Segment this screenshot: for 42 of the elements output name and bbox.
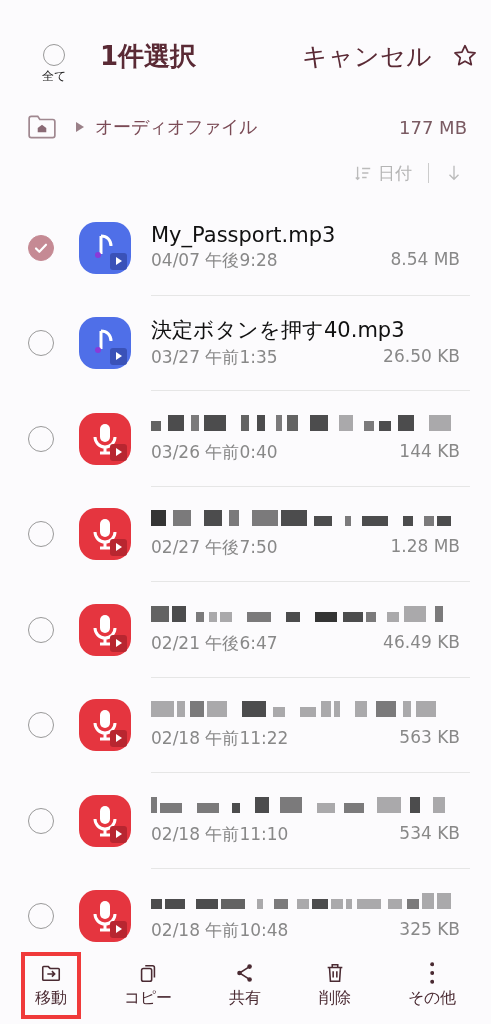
file-date: 02/21 午後6:47 — [151, 631, 278, 655]
toolbar-button[interactable]: 削除 — [308, 955, 361, 1015]
file-name[interactable]: 決定ボタンを押す40.mp3 — [151, 316, 470, 345]
file-size: 325 KB — [399, 918, 460, 941]
sort-icon[interactable] — [354, 164, 372, 182]
file-size: 563 KB — [399, 727, 460, 750]
microphone-file-icon — [79, 794, 131, 847]
file-date: 02/18 午前10:48 — [151, 918, 289, 942]
microphone-file-icon — [79, 890, 131, 943]
file-date: 04/07 午後9:28 — [151, 248, 278, 272]
file-date: 02/27 午後7:50 — [151, 536, 278, 560]
cancel-button[interactable]: キャンセル — [302, 39, 432, 73]
toolbar-button[interactable]: コピー — [114, 955, 183, 1015]
folder-path[interactable]: オーディオファイル — [95, 115, 400, 139]
microphone-file-icon — [79, 412, 131, 465]
select-all-label: 全て — [42, 67, 66, 85]
file-size: 1.28 MB — [390, 536, 460, 559]
file-size: 8.54 MB — [390, 248, 460, 271]
file-date: 02/18 午前11:10 — [151, 822, 289, 846]
file-size: 26.50 KB — [383, 346, 460, 369]
toolbar-button[interactable]: 移動 — [24, 955, 77, 1015]
music-file-icon — [79, 221, 131, 274]
toolbar-button[interactable]: その他 — [398, 955, 467, 1015]
more-icon — [430, 961, 435, 984]
folder-size: 177 MB — [399, 116, 467, 138]
home-folder-icon[interactable] — [27, 114, 57, 140]
row-checkbox[interactable] — [28, 234, 54, 261]
file-date: 03/27 午前1:35 — [151, 346, 278, 370]
chevron-icon — [75, 122, 85, 132]
music-file-icon — [79, 317, 131, 370]
star-icon[interactable] — [452, 43, 478, 69]
microphone-file-icon — [79, 508, 131, 561]
file-size: 534 KB — [399, 822, 460, 845]
selection-title: 1件選択 — [100, 39, 198, 73]
microphone-file-icon — [79, 603, 131, 656]
file-date: 03/26 午前0:40 — [151, 440, 278, 464]
file-name[interactable]: My_Passport.mp3 — [151, 222, 470, 247]
file-size: 144 KB — [399, 440, 460, 463]
microphone-file-icon — [79, 699, 131, 752]
file-size: 46.49 KB — [383, 631, 460, 654]
file-date: 02/18 午前11:22 — [151, 727, 289, 751]
toolbar-button[interactable]: 共有 — [219, 955, 272, 1015]
